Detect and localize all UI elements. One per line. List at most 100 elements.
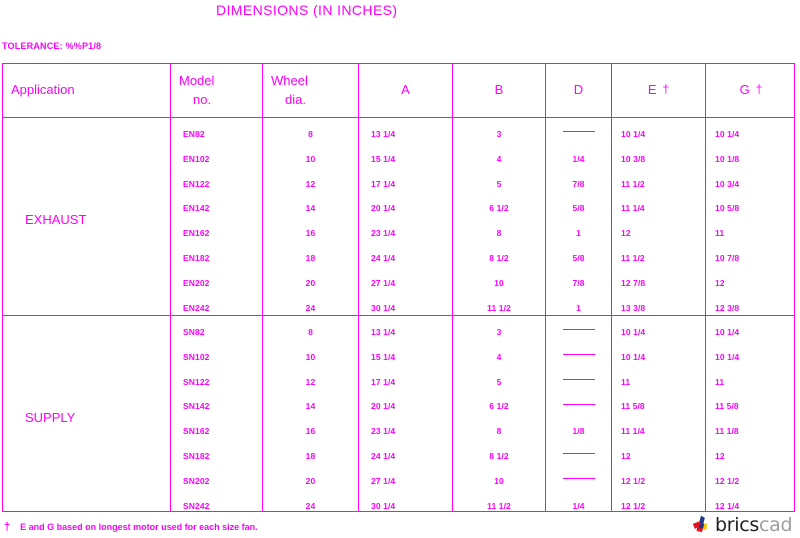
cell-g: 11 5/8 xyxy=(715,401,739,412)
cell-wheel: 10 xyxy=(305,351,316,362)
cell-e: 12 xyxy=(621,451,631,461)
cell-d xyxy=(546,476,611,486)
page-title: DIMENSIONS (IN INCHES) xyxy=(216,2,398,18)
cell-g: 11 xyxy=(715,228,725,239)
column-divider-application xyxy=(170,64,171,511)
header-model-no: Model no. xyxy=(171,64,262,117)
cell-wheel: 12 xyxy=(305,376,316,387)
cell-g: 10 1/4 xyxy=(715,351,740,362)
cell-e: 11 5/8 xyxy=(621,401,645,412)
cell-model: EN202 xyxy=(183,277,210,288)
cell-a: 23 1/4 xyxy=(371,228,396,239)
cell-model: EN182 xyxy=(183,253,210,263)
cell-b: 8 xyxy=(496,426,502,437)
dash-icon xyxy=(562,354,595,356)
header-g-group: G † xyxy=(740,81,763,100)
cell-b: 4 xyxy=(496,153,502,164)
header-a-label: A xyxy=(401,82,410,98)
header-d-label: D xyxy=(573,82,584,98)
cell-d: 5/8 xyxy=(572,203,585,214)
footnote: † E and G based on longest motor used fo… xyxy=(4,521,258,533)
cell-model: SN122 xyxy=(183,376,210,387)
cell-model: EN122 xyxy=(183,178,210,189)
cell-a: 17 1/4 xyxy=(371,376,396,387)
dash-icon xyxy=(562,131,595,133)
cell-a: 20 1/4 xyxy=(371,401,396,412)
cell-a: 27 1/4 xyxy=(371,475,396,486)
cell-g: 12 3/8 xyxy=(715,302,740,313)
cell-a: 27 1/4 xyxy=(371,277,396,288)
cell-g: 12 1/4 xyxy=(715,500,740,511)
logo-cad: cad xyxy=(759,513,793,536)
cell-a: 20 1/4 xyxy=(371,203,396,214)
cell-d: 7/8 xyxy=(572,277,585,288)
cell-e: 12 1/2 xyxy=(621,475,646,486)
cell-b: 5 xyxy=(496,376,502,387)
cell-d xyxy=(546,327,611,337)
cell-e: 11 1/2 xyxy=(621,253,645,263)
dagger-icon: † xyxy=(662,81,670,96)
cell-a: 15 1/4 xyxy=(371,153,396,164)
cell-g: 11 xyxy=(715,376,725,387)
cell-wheel: 10 xyxy=(305,153,316,164)
cell-g: 10 3/4 xyxy=(715,178,740,189)
cell-wheel: 14 xyxy=(305,401,316,412)
cell-a: 30 1/4 xyxy=(371,302,396,313)
cell-b: 5 xyxy=(496,178,502,189)
header-b: B xyxy=(453,64,545,117)
cell-e: 11 1/2 xyxy=(621,178,645,189)
dash-icon xyxy=(562,329,595,331)
cell-d xyxy=(546,401,611,411)
cell-wheel: 8 xyxy=(308,327,313,337)
cell-wheel: 16 xyxy=(305,426,316,437)
cell-b: 8 1/2 xyxy=(489,253,509,263)
cell-model: SN142 xyxy=(183,401,210,412)
cell-model: SN182 xyxy=(183,451,210,461)
cell-g: 10 1/8 xyxy=(715,153,740,164)
dagger-icon: † xyxy=(4,521,11,533)
cell-wheel: 16 xyxy=(305,228,316,239)
logo-brics: brics xyxy=(715,513,759,536)
cell-wheel: 20 xyxy=(305,277,316,288)
header-bottom-divider xyxy=(3,117,794,118)
header-g-label: G xyxy=(739,82,750,98)
column-divider-e xyxy=(705,64,706,511)
cell-a: 13 1/4 xyxy=(371,327,396,337)
dash-icon xyxy=(562,453,595,455)
header-e: E † xyxy=(612,64,705,117)
cell-d xyxy=(546,377,611,387)
cell-wheel: 24 xyxy=(305,500,316,511)
cell-d xyxy=(546,451,611,461)
cell-b: 4 xyxy=(496,351,502,362)
cell-model: EN82 xyxy=(183,129,205,139)
cell-wheel: 18 xyxy=(305,253,316,263)
cell-a: 24 1/4 xyxy=(371,451,396,461)
header-model-line1: Model xyxy=(179,72,215,88)
cell-wheel: 20 xyxy=(305,475,316,486)
cell-d: 1/8 xyxy=(572,426,585,437)
bricscad-mark-icon xyxy=(692,515,708,533)
cell-a: 23 1/4 xyxy=(371,426,396,437)
cell-d: 1 xyxy=(576,302,581,313)
cell-b: 10 xyxy=(494,475,504,486)
application-label-supply: SUPPLY xyxy=(25,410,76,425)
cell-model: SN82 xyxy=(183,327,205,337)
cell-b: 8 xyxy=(496,228,502,239)
cell-d: 7/8 xyxy=(572,178,585,189)
cell-d: 1/4 xyxy=(572,500,585,511)
cell-e: 10 3/8 xyxy=(621,153,646,164)
header-application: Application xyxy=(3,64,170,117)
cell-e: 10 1/4 xyxy=(621,129,646,139)
cell-e: 10 1/4 xyxy=(621,327,646,337)
cell-model: EN102 xyxy=(183,153,210,164)
cell-a: 24 1/4 xyxy=(371,253,396,263)
cell-model: EN242 xyxy=(183,302,210,313)
cell-a: 13 1/4 xyxy=(371,129,396,139)
cell-wheel: 8 xyxy=(308,129,313,139)
header-wheel-line2: dia. xyxy=(285,91,306,107)
cell-g: 12 xyxy=(715,277,725,288)
cell-g: 10 1/4 xyxy=(715,327,740,337)
cell-model: SN102 xyxy=(183,351,210,362)
cell-e: 12 1/2 xyxy=(621,500,646,511)
cell-g: 12 1/2 xyxy=(715,475,740,486)
